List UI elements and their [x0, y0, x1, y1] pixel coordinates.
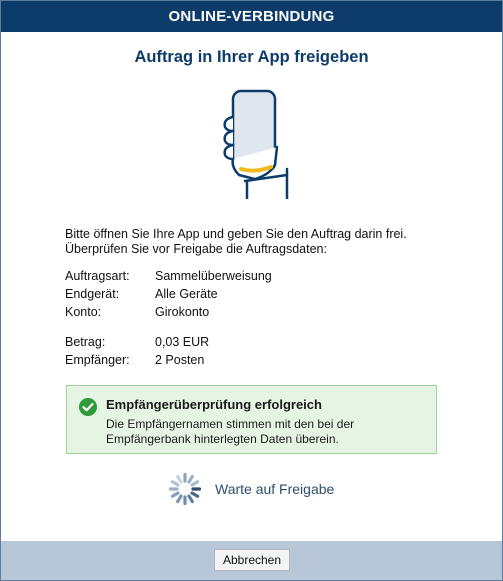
- order-type-value: Sammelüberweisung: [155, 269, 272, 283]
- amount-details: Betrag: 0,03 EUR Empfänger: 2 Posten: [65, 333, 209, 369]
- detail-row-recipient: Empfänger: 2 Posten: [65, 351, 209, 369]
- account-value: Girokonto: [155, 305, 210, 319]
- dialog-footer: Abbrechen: [1, 541, 502, 580]
- page-title: Auftrag in Ihrer App freigeben: [134, 48, 369, 66]
- dialog-window: ONLINE-VERBINDUNG Auftrag in Ihrer App f…: [0, 0, 503, 581]
- order-details: Auftragsart: Sammelüberweisung Endgerät:…: [65, 267, 272, 321]
- amount-label: Betrag:: [65, 335, 106, 349]
- waiting-label: Warte auf Freigabe: [215, 481, 335, 497]
- dialog-header-title: ONLINE-VERBINDUNG: [168, 8, 335, 25]
- hand-holding-phone-icon: [211, 89, 291, 203]
- detail-row-order-type: Auftragsart: Sammelüberweisung: [65, 267, 272, 285]
- detail-row-account: Konto: Girokonto: [65, 303, 272, 321]
- account-label: Konto:: [65, 305, 102, 319]
- check-circle-icon: [79, 398, 97, 416]
- detail-row-device: Endgerät: Alle Geräte: [65, 285, 272, 303]
- verification-text: Die Empfängernamen stimmen mit den bei d…: [106, 417, 355, 446]
- cancel-button[interactable]: Abbrechen: [214, 549, 290, 571]
- spinner-icon: [168, 472, 202, 506]
- verification-title: Empfängerüberprüfung erfolgreich: [106, 397, 322, 412]
- intro-line-1: Bitte öffnen Sie Ihre App und geben Sie …: [65, 227, 407, 241]
- dialog-header: ONLINE-VERBINDUNG: [1, 1, 502, 32]
- device-label: Endgerät:: [65, 287, 120, 301]
- device-value: Alle Geräte: [155, 287, 218, 301]
- intro-line-2: Überprüfen Sie vor Freigabe die Auftrags…: [65, 242, 327, 256]
- intro-text: Bitte öffnen Sie Ihre App und geben Sie …: [65, 227, 485, 257]
- recipient-value: 2 Posten: [155, 353, 205, 367]
- amount-value: 0,03 EUR: [155, 335, 210, 349]
- detail-row-amount: Betrag: 0,03 EUR: [65, 333, 209, 351]
- verification-success-box: Empfängerüberprüfung erfolgreich Die Emp…: [66, 385, 437, 454]
- recipient-label: Empfänger:: [65, 353, 130, 367]
- order-type-label: Auftragsart:: [65, 269, 130, 283]
